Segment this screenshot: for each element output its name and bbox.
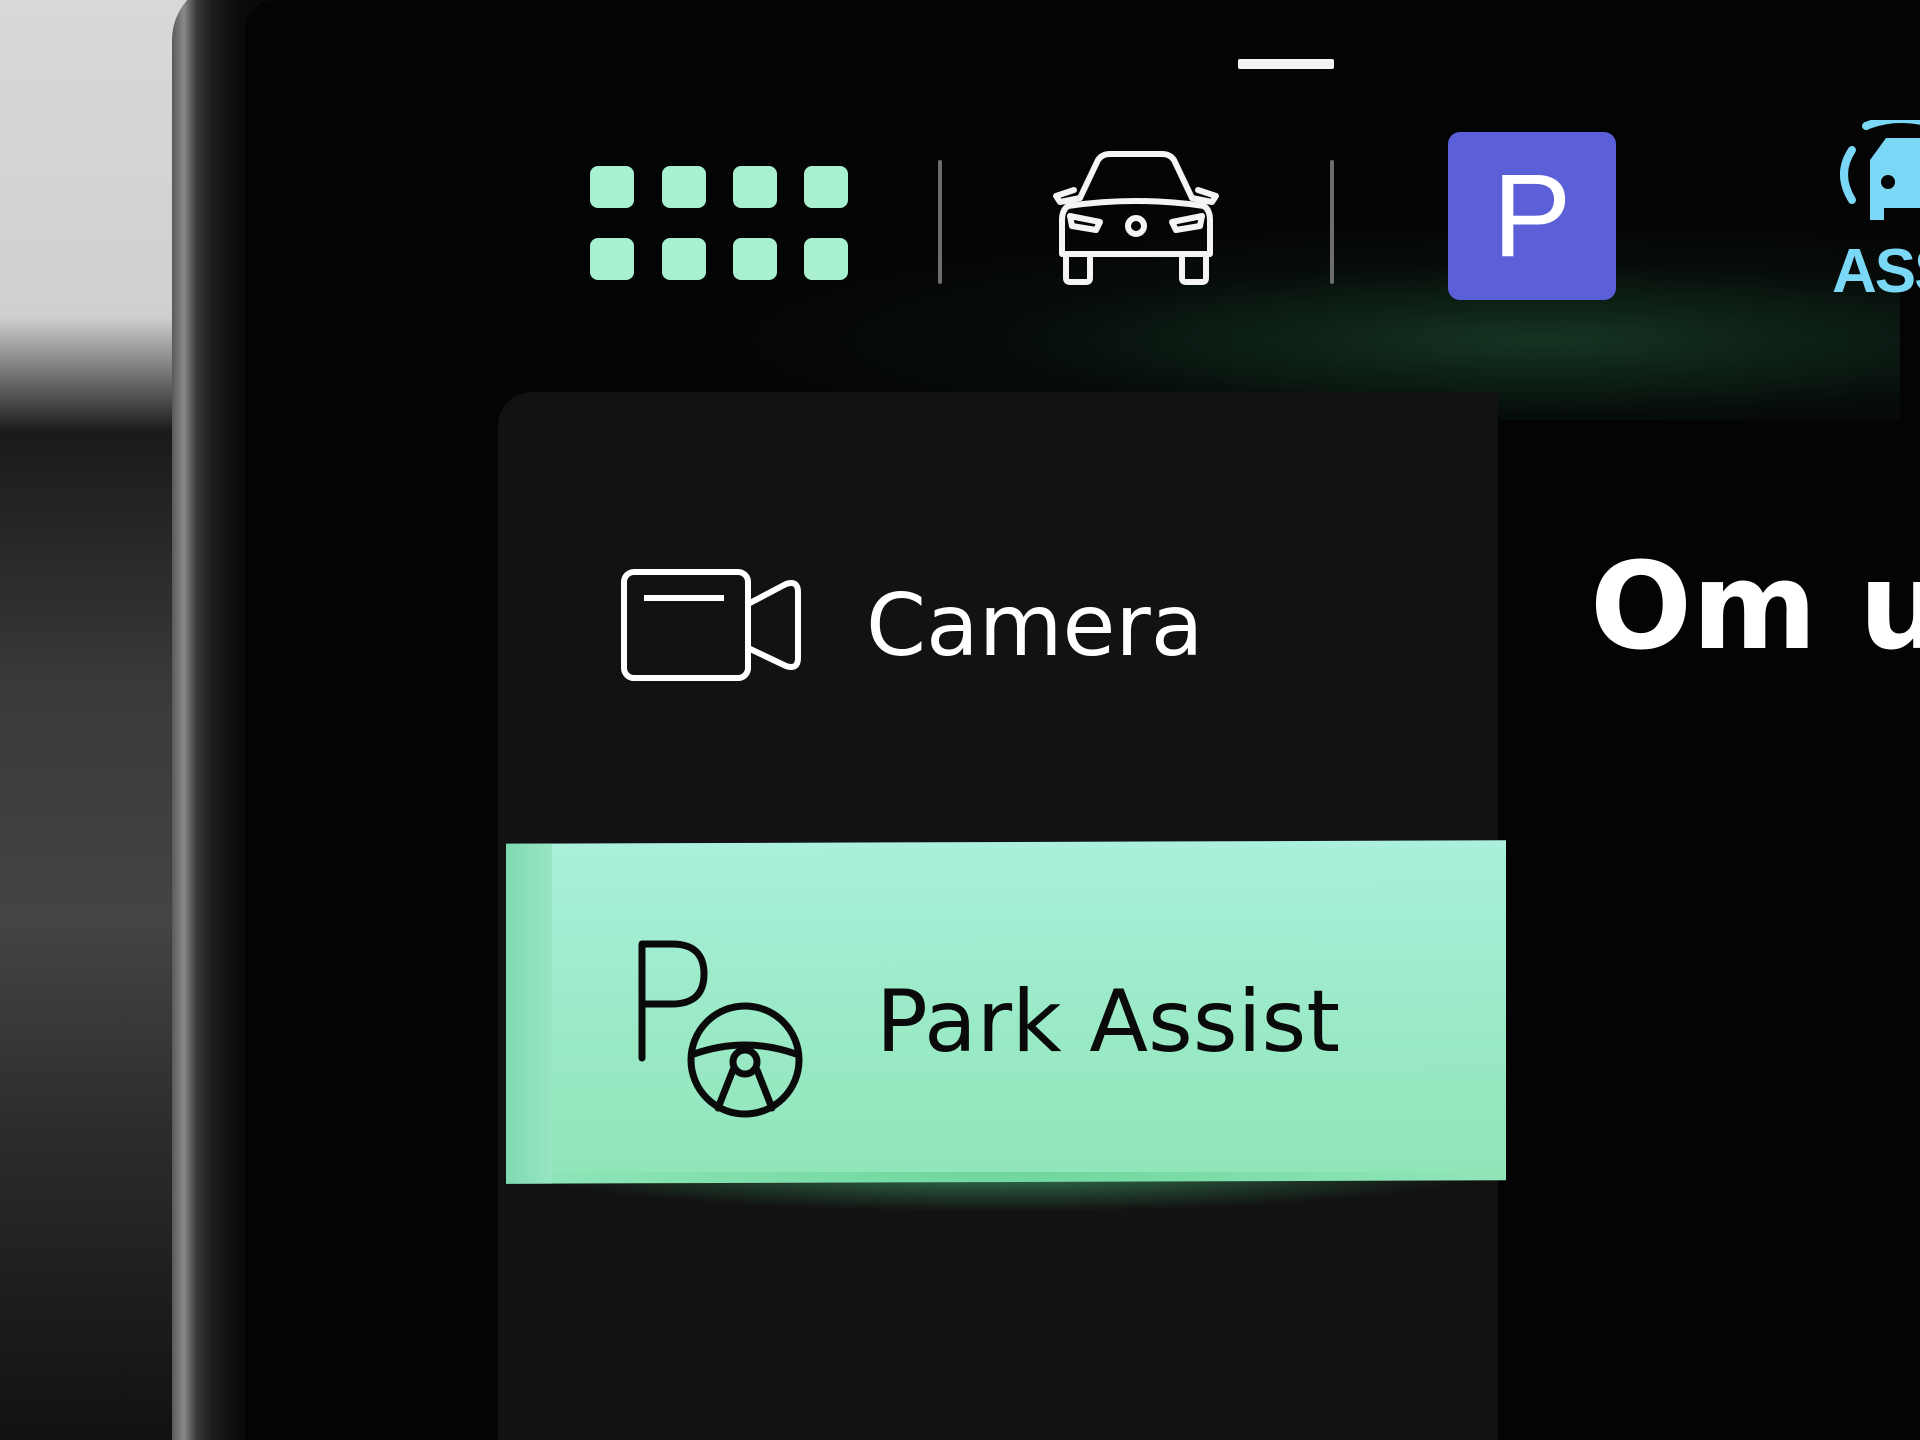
grid-dot <box>733 166 777 208</box>
car-assist-icon[interactable]: ASS <box>1830 115 1920 310</box>
menu-item-camera[interactable]: Camera <box>498 540 1502 710</box>
park-assist-steering-icon <box>632 938 812 1118</box>
camera-icon <box>620 568 804 684</box>
assist-label: ASS <box>1832 237 1920 306</box>
grid-dot <box>590 166 634 208</box>
grid-dot <box>662 238 706 280</box>
grid-dot <box>590 238 634 280</box>
grid-dot <box>733 238 777 280</box>
parking-button[interactable]: P <box>1448 132 1616 300</box>
menu-item-park-assist[interactable]: Park Assist <box>498 840 1506 1212</box>
grid-dot <box>662 166 706 208</box>
photo-scene: P ASS Camera <box>0 0 1920 1440</box>
selected-glow <box>524 1172 1484 1212</box>
grid-dot <box>804 166 848 208</box>
page-title: Om ui <box>1590 538 1920 677</box>
apps-grid-icon[interactable] <box>590 166 850 282</box>
menu-item-label: Camera <box>866 576 1204 676</box>
car-front-icon[interactable] <box>1046 150 1226 290</box>
menu-item-label: Park Assist <box>876 972 1341 1072</box>
top-bar-divider <box>938 160 942 284</box>
grid-dot <box>804 238 848 280</box>
top-bar-divider <box>1330 160 1334 284</box>
home-indicator[interactable] <box>1238 59 1334 69</box>
assist-car-glyph <box>1840 115 1920 220</box>
ambient-glow <box>700 220 1900 420</box>
